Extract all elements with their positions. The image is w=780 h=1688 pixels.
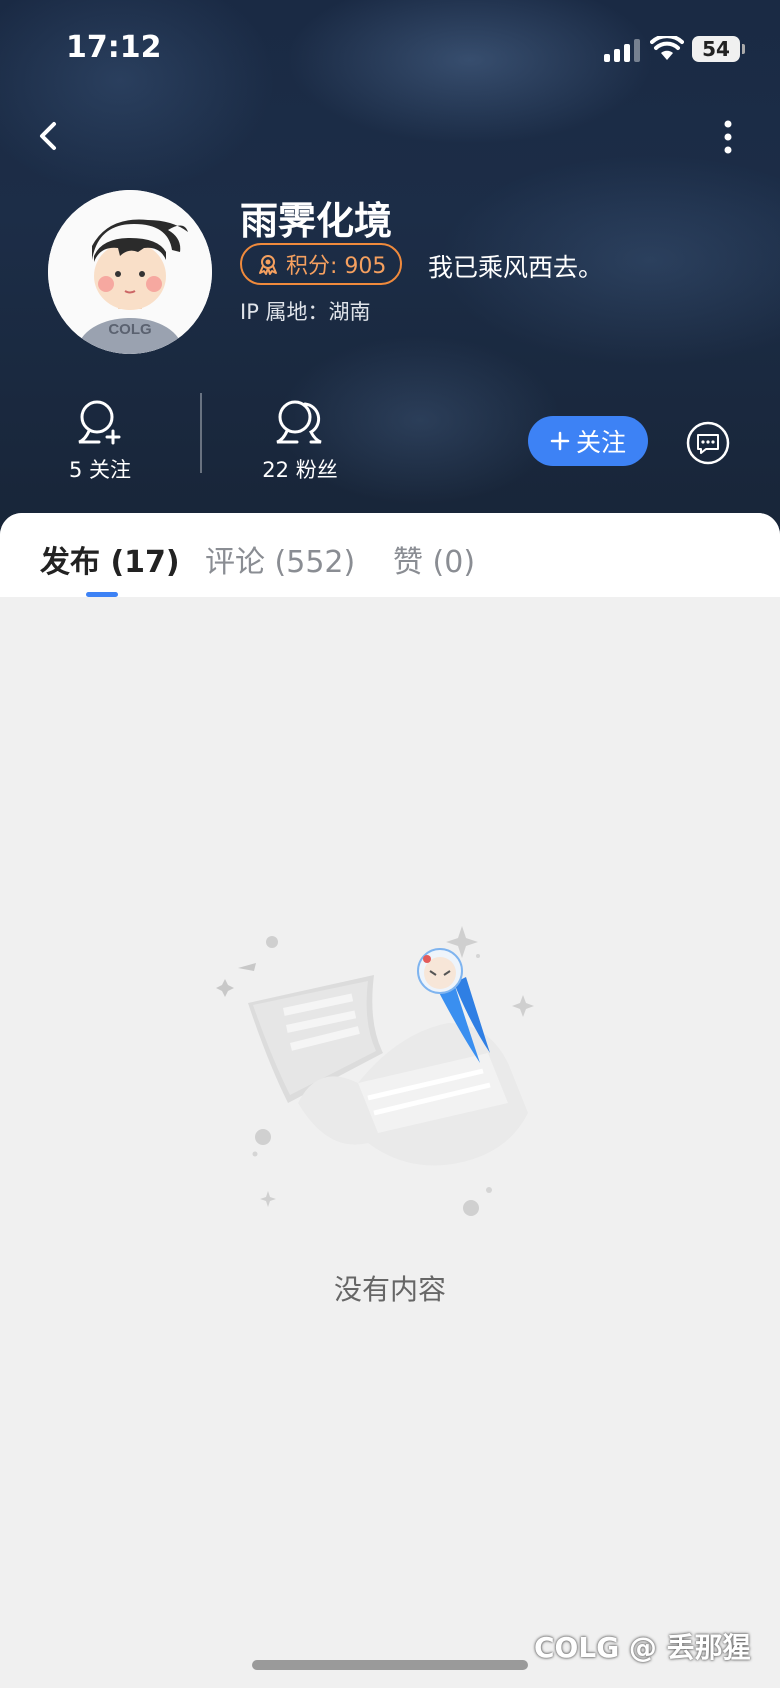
home-indicator[interactable]	[252, 1660, 528, 1670]
follow-user-icon	[78, 400, 121, 445]
points-badge[interactable]: 积分: 905	[240, 243, 403, 285]
profile-header: 17:12 54 COLG 雨霁化境 积分: 905 我已乘风西去。 IP 属地…	[0, 0, 780, 540]
fans-label: 22 粉丝	[262, 458, 338, 482]
status-bar: 17:12 54	[0, 0, 780, 100]
avatar[interactable]: COLG	[48, 190, 212, 354]
tab-indicator	[86, 592, 118, 597]
tab-comments[interactable]: 评论 (552)	[205, 537, 355, 581]
follow-label: 关注	[575, 428, 626, 457]
ip-location: IP 属地：湖南	[240, 300, 371, 324]
back-icon[interactable]	[32, 118, 64, 154]
plus-icon	[550, 431, 570, 451]
signal-icon	[604, 38, 640, 62]
fans-icon	[276, 400, 322, 444]
signature: 我已乘风西去。	[428, 253, 604, 282]
tab-bar: 发布 (17) 评论 (552) 赞 (0)	[0, 513, 780, 597]
medal-icon	[259, 255, 277, 275]
tab-posts[interactable]: 发布 (17)	[40, 537, 180, 581]
more-icon[interactable]	[712, 118, 744, 158]
fans-stat[interactable]: 22 粉丝	[240, 398, 360, 484]
following-stat[interactable]: 5 关注	[40, 398, 160, 484]
username: 雨霁化境	[240, 199, 393, 243]
follow-button[interactable]: 关注	[528, 416, 648, 466]
wifi-icon	[650, 36, 684, 60]
battery-indicator: 54	[692, 36, 745, 62]
points-label: 积分: 905	[286, 254, 387, 279]
content-panel: 发布 (17) 评论 (552) 赞 (0) 没有内容	[0, 513, 780, 1688]
empty-state-illustration	[216, 926, 534, 1216]
tab-likes[interactable]: 赞 (0)	[393, 537, 475, 581]
watermark: COLG @ 丢那猩	[534, 1631, 751, 1664]
empty-state-text: 没有内容	[333, 1273, 446, 1306]
following-label: 5 关注	[68, 458, 132, 482]
chat-icon[interactable]	[686, 421, 730, 465]
status-time: 17:12	[66, 30, 162, 65]
stats-divider	[200, 393, 202, 473]
avatar-shirt-text: COLG	[108, 321, 151, 338]
